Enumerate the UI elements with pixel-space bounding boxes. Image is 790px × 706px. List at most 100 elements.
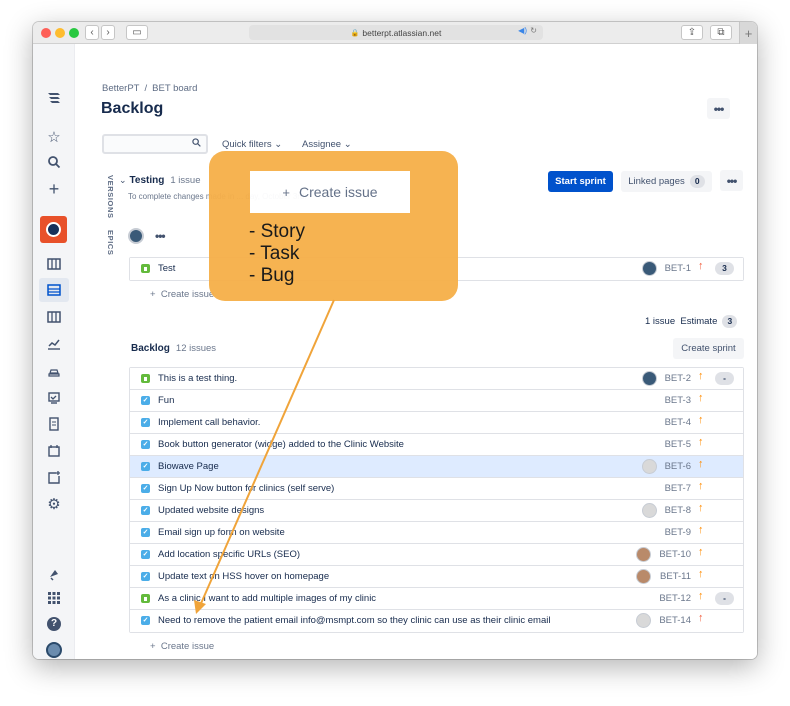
annotation-item: - Task xyxy=(249,243,300,264)
assignee-dropdown[interactable]: Assignee ⌄ xyxy=(302,139,352,150)
issue-summary: Need to remove the patient email info@ms… xyxy=(158,615,551,626)
issue-row[interactable]: ✓ Biowave Page BET-6 ↑ xyxy=(130,456,743,478)
issue-row[interactable]: As a clinic I want to add multiple image… xyxy=(130,588,743,610)
epics-panel-tab[interactable]: EPICS xyxy=(106,230,115,256)
zoom-window-button[interactable] xyxy=(69,28,79,38)
task-type-icon: ✓ xyxy=(141,484,150,493)
create-sprint-button[interactable]: Create sprint xyxy=(673,338,744,359)
breadcrumb-project-link[interactable]: BetterPT xyxy=(102,83,140,94)
issue-row[interactable]: ✓ Sign Up Now button for clinics (self se… xyxy=(130,478,743,500)
issue-key[interactable]: BET-1 xyxy=(651,263,691,274)
story-points-badge[interactable]: 3 xyxy=(715,262,734,275)
pages-icon[interactable] xyxy=(44,414,64,434)
settings-gear-icon[interactable]: ⚙ xyxy=(44,494,64,514)
jira-logo-icon[interactable] xyxy=(44,88,64,108)
task-type-icon: ✓ xyxy=(141,440,150,449)
issue-key[interactable]: BET-14 xyxy=(651,615,691,626)
roadmap-icon[interactable] xyxy=(44,254,64,274)
search-input[interactable] xyxy=(102,134,208,154)
issue-key[interactable]: BET-5 xyxy=(651,439,691,450)
issue-summary: Implement call behavior. xyxy=(158,417,261,428)
issue-key[interactable]: BET-8 xyxy=(651,505,691,516)
new-tab-button[interactable]: + xyxy=(739,22,757,44)
issue-key[interactable]: BET-4 xyxy=(651,417,691,428)
user-avatar[interactable] xyxy=(46,642,62,658)
create-icon[interactable]: + xyxy=(44,179,64,199)
chevron-down-icon: ⌄ xyxy=(274,139,283,150)
issue-row[interactable]: ✓ Email sign up form on website BET-9 ↑ xyxy=(130,522,743,544)
issue-row[interactable]: ✓ Book button generator (widge) added to … xyxy=(130,434,743,456)
start-sprint-button[interactable]: Start sprint xyxy=(548,171,613,192)
sprint-issue-count: 1 issue xyxy=(170,175,201,186)
notifications-icon[interactable] xyxy=(44,564,64,584)
close-window-button[interactable] xyxy=(41,28,51,38)
issue-summary: Email sign up form on website xyxy=(158,527,285,538)
add-item-icon[interactable] xyxy=(44,468,64,488)
audio-icon[interactable]: ◀︎) xyxy=(518,26,527,35)
breadcrumb-board-link[interactable]: BET board xyxy=(152,83,197,94)
issue-key[interactable]: BET-3 xyxy=(651,395,691,406)
assignee-more-icon[interactable]: ••• xyxy=(155,229,166,243)
assignee-avatar[interactable] xyxy=(636,613,651,628)
issue-row[interactable]: ✓ Updated website designs BET-8 ↑ xyxy=(130,500,743,522)
project-avatar[interactable] xyxy=(40,216,67,243)
share-icon: ⇪ xyxy=(687,27,697,38)
assignee-avatar[interactable] xyxy=(636,547,651,562)
tabs-overview-button[interactable]: ⧉ xyxy=(710,25,732,40)
forward-button[interactable]: › xyxy=(101,25,115,40)
releases-icon[interactable] xyxy=(44,361,64,381)
issue-key[interactable]: BET-11 xyxy=(651,571,691,582)
sprint-header[interactable]: ⌄ Testing 1 issue xyxy=(119,175,200,186)
board-icon[interactable] xyxy=(44,307,64,327)
issue-key[interactable]: BET-2 xyxy=(651,373,691,384)
back-button[interactable]: ‹ xyxy=(85,25,99,40)
quick-filters-dropdown[interactable]: Quick filters ⌄ xyxy=(222,139,282,150)
issues-icon[interactable] xyxy=(44,388,64,408)
issue-row[interactable]: ✓ Fun BET-3 ↑ xyxy=(130,390,743,412)
issue-key[interactable]: BET-12 xyxy=(651,593,691,604)
issue-key[interactable]: BET-7 xyxy=(651,483,691,494)
priority-medium-icon: ↑ xyxy=(698,590,704,602)
reload-icon[interactable]: ↻ xyxy=(530,26,537,35)
star-icon[interactable]: ☆ xyxy=(44,127,64,147)
backlog-create-issue-link[interactable]: + Create issue xyxy=(150,641,214,652)
versions-panel-tab[interactable]: VERSIONS xyxy=(106,175,115,219)
address-bar[interactable]: 🔒 betterpt.atlassian.net ◀︎) ↻ xyxy=(249,25,543,40)
issue-summary: As a clinic I want to add multiple image… xyxy=(158,593,377,604)
issue-row[interactable]: ✓ Update text on HSS hover on homepage BET… xyxy=(130,566,743,588)
story-type-icon xyxy=(141,264,150,273)
story-points-badge[interactable]: - xyxy=(715,592,734,605)
issue-key[interactable]: BET-10 xyxy=(651,549,691,560)
priority-high-icon: ↑ xyxy=(698,612,704,624)
backlog-header[interactable]: Backlog 12 issues xyxy=(131,343,216,354)
share-button[interactable]: ⇪ xyxy=(681,25,703,40)
sprint-summary-estimate: 3 xyxy=(722,315,738,328)
search-icon[interactable] xyxy=(44,152,64,172)
sidebar-toggle-button[interactable]: ▭ xyxy=(126,25,148,40)
issue-summary: Update text on HSS hover on homepage xyxy=(158,571,330,582)
issue-row[interactable]: ✓ Need to remove the patient email info@m… xyxy=(130,610,743,632)
assignee-avatar[interactable] xyxy=(636,569,651,584)
assignee-filter-avatar[interactable] xyxy=(128,228,144,244)
priority-medium-icon: ↑ xyxy=(698,502,704,514)
issue-row[interactable]: This is a test thing. BET-2 ↑ - xyxy=(130,368,743,390)
task-type-icon: ✓ xyxy=(141,396,150,405)
story-points-badge[interactable]: - xyxy=(715,372,734,385)
sprint-more-button[interactable]: ••• xyxy=(720,170,743,191)
sprint-create-issue-link[interactable]: + Create issue xyxy=(150,289,214,300)
page-more-button[interactable]: ••• xyxy=(707,98,730,119)
minimize-window-button[interactable] xyxy=(55,28,65,38)
issue-key[interactable]: BET-6 xyxy=(651,461,691,472)
issue-row[interactable]: ✓ Implement call behavior. BET-4 ↑ xyxy=(130,412,743,434)
help-icon[interactable]: ? xyxy=(44,614,64,634)
app-switcher-icon[interactable] xyxy=(44,588,64,608)
issue-row[interactable]: ✓ Add location specific URLs (SEO) BET-10 ↑ xyxy=(130,544,743,566)
tabs-icon: ⧉ xyxy=(717,27,725,38)
backlog-icon[interactable] xyxy=(44,280,64,300)
reports-icon[interactable] xyxy=(44,334,64,354)
calendar-icon[interactable] xyxy=(44,441,64,461)
linked-pages-button[interactable]: Linked pages 0 xyxy=(621,171,712,192)
chevron-right-icon: › xyxy=(106,27,110,38)
issue-key[interactable]: BET-9 xyxy=(651,527,691,538)
issue-summary: Updated website designs xyxy=(158,505,265,516)
